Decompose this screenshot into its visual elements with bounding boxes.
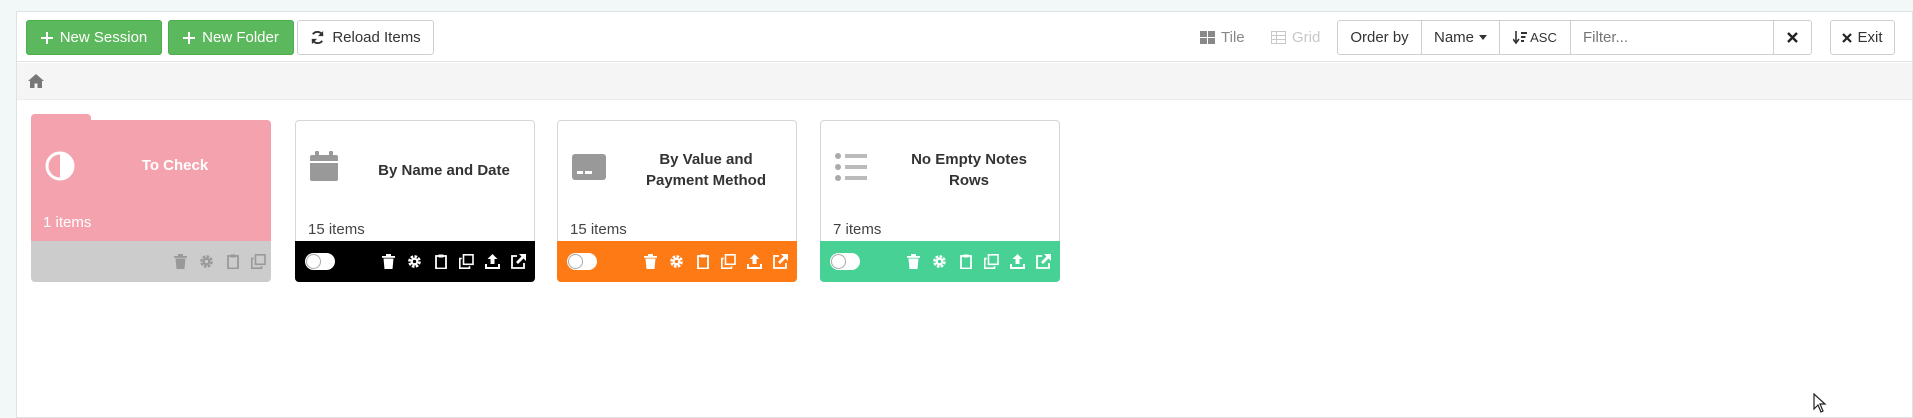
copy-icon[interactable] (720, 252, 737, 270)
session-count: 15 items (308, 221, 365, 238)
folder-title: To Check (141, 156, 209, 174)
clipboard-icon[interactable] (432, 252, 449, 270)
view-tile-toggle[interactable]: Tile (1200, 29, 1245, 46)
toolbar: New Session New Folder Reload Items Tile (17, 12, 1912, 62)
mouse-cursor-icon (1813, 393, 1827, 413)
caret-down-icon (1479, 35, 1487, 40)
close-icon (1787, 32, 1798, 43)
clipboard-icon[interactable] (957, 252, 974, 270)
session-footer (557, 241, 797, 282)
folder-card[interactable]: To Check 1 items (31, 114, 271, 282)
upload-icon[interactable] (746, 252, 763, 270)
session-card[interactable]: No Empty Notes Rows 7 items (820, 120, 1060, 282)
clear-filter-button[interactable] (1774, 21, 1811, 54)
session-actions (380, 252, 527, 270)
session-footer (295, 241, 535, 282)
upload-icon[interactable] (1009, 252, 1026, 270)
session-count: 7 items (833, 221, 882, 238)
order-by-dropdown[interactable]: Name (1422, 21, 1500, 54)
session-actions (642, 252, 789, 270)
gear-icon[interactable] (668, 252, 685, 270)
new-folder-label: New Folder (202, 29, 279, 46)
session-card[interactable]: By Name and Date 15 items (295, 120, 535, 282)
tile-icon (1200, 31, 1215, 44)
session-title: By Name and Date (378, 161, 510, 179)
plus-icon (183, 31, 196, 44)
view-grid-toggle[interactable]: Grid (1271, 29, 1320, 46)
filter-input-wrapper (1571, 21, 1774, 54)
trash-icon[interactable] (642, 252, 659, 270)
session-card[interactable]: By Value and Payment Method 15 items (557, 120, 797, 282)
order-by-value: Name (1434, 29, 1475, 46)
session-toggle[interactable] (305, 253, 335, 270)
trash-icon[interactable] (905, 252, 922, 270)
session-toggle[interactable] (567, 253, 597, 270)
filter-input[interactable] (1571, 21, 1773, 54)
trash-icon[interactable] (380, 252, 397, 270)
home-icon[interactable] (28, 74, 44, 88)
refresh-icon (311, 30, 324, 45)
trash-icon[interactable] (172, 252, 189, 270)
grid-icon (1271, 31, 1286, 44)
list-icon (835, 153, 867, 181)
exit-button[interactable]: Exit (1830, 20, 1895, 55)
session-toggle[interactable] (830, 253, 860, 270)
external-link-icon[interactable] (1035, 252, 1052, 270)
gear-icon[interactable] (931, 252, 948, 270)
copy-icon[interactable] (250, 252, 267, 270)
close-icon (1842, 32, 1853, 43)
external-link-icon[interactable] (772, 252, 789, 270)
copy-icon[interactable] (983, 252, 1000, 270)
gear-icon[interactable] (406, 252, 423, 270)
order-by-label: Order by (1338, 21, 1422, 54)
session-title: By Value and Payment Method (645, 151, 766, 189)
new-session-label: New Session (59, 29, 148, 46)
session-footer (820, 241, 1060, 282)
sort-direction-label: ASC (1530, 30, 1557, 45)
folder-count: 1 items (43, 214, 92, 231)
order-filter-group: Order by Name ASC (1337, 20, 1812, 55)
clipboard-icon[interactable] (224, 252, 241, 270)
upload-icon[interactable] (484, 252, 501, 270)
exit-label: Exit (1857, 29, 1883, 46)
new-session-button[interactable]: New Session (26, 20, 162, 55)
session-actions (905, 252, 1052, 270)
plus-icon (40, 31, 53, 44)
reload-items-label: Reload Items (332, 29, 421, 46)
folder-footer (31, 241, 271, 282)
breadcrumb (17, 63, 1912, 100)
session-title: No Empty Notes Rows (911, 151, 1027, 189)
sort-direction-button[interactable]: ASC (1500, 21, 1571, 54)
view-tile-label: Tile (1221, 29, 1245, 46)
copy-icon[interactable] (458, 252, 475, 270)
external-link-icon[interactable] (510, 252, 527, 270)
reload-items-button[interactable]: Reload Items (297, 20, 434, 55)
session-count: 15 items (570, 221, 627, 238)
new-folder-button[interactable]: New Folder (168, 20, 294, 55)
credit-card-icon (572, 154, 606, 180)
clipboard-icon[interactable] (694, 252, 711, 270)
gear-icon[interactable] (198, 252, 215, 270)
contrast-icon (45, 151, 75, 181)
app-window: New Session New Folder Reload Items Tile (16, 11, 1913, 418)
calendar-icon (310, 151, 338, 181)
sort-amount-icon (1513, 30, 1528, 44)
view-grid-label: Grid (1292, 29, 1321, 46)
folder-actions (172, 252, 267, 270)
